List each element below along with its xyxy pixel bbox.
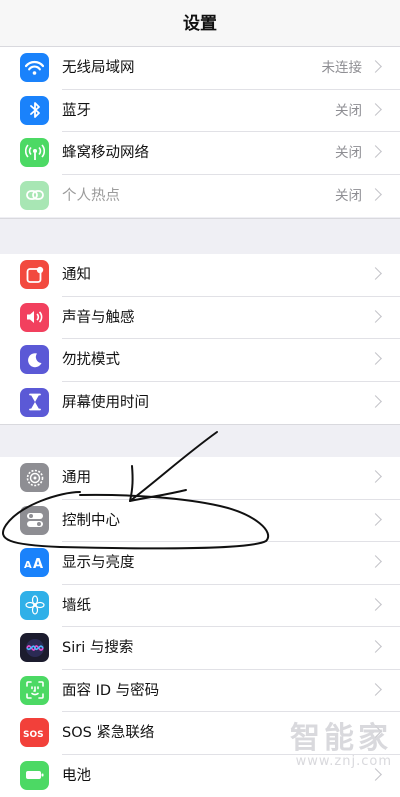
chevron-right-icon xyxy=(369,598,382,611)
settings-row-do-not-disturb[interactable]: 勿扰模式 xyxy=(0,339,400,382)
row-label: 声音与触感 xyxy=(62,297,135,339)
row-label: 墙纸 xyxy=(62,585,91,627)
settings-row-hotspot[interactable]: 个人热点 关闭 xyxy=(0,175,400,218)
chevron-right-icon xyxy=(369,310,382,323)
row-label: SOS 紧急联络 xyxy=(62,712,154,754)
gear-icon xyxy=(20,463,49,492)
row-value: 关闭 xyxy=(335,90,362,132)
battery-icon xyxy=(20,761,49,790)
row-label: 蜂窝移动网络 xyxy=(62,132,149,174)
nav-bar: 设置 xyxy=(0,0,400,47)
row-value: 关闭 xyxy=(335,175,362,217)
settings-row-screen-time[interactable]: 屏幕使用时间 xyxy=(0,382,400,425)
chevron-right-icon xyxy=(369,145,382,158)
control-center-icon xyxy=(20,506,49,535)
row-label: 面容 ID 与密码 xyxy=(62,670,159,712)
wifi-icon xyxy=(20,53,49,82)
settings-row-control-center[interactable]: 控制中心 xyxy=(0,500,400,543)
svg-text:A: A xyxy=(24,560,32,570)
chevron-right-icon xyxy=(369,470,382,483)
row-value: 关闭 xyxy=(335,132,362,174)
display-brightness-icon: AA xyxy=(20,548,49,577)
siri-icon xyxy=(20,633,49,662)
settings-row-general[interactable]: 通用 xyxy=(0,457,400,500)
face-id-icon xyxy=(20,676,49,705)
row-label: 显示与亮度 xyxy=(62,542,135,584)
settings-row-wallpaper[interactable]: 墙纸 xyxy=(0,585,400,628)
row-label: 电池 xyxy=(62,755,91,797)
row-label: 蓝牙 xyxy=(62,90,91,132)
row-value: 未连接 xyxy=(322,47,363,89)
row-label: 控制中心 xyxy=(62,500,120,542)
section-gap xyxy=(0,424,400,458)
settings-row-cellular[interactable]: 蜂窝移动网络 关闭 xyxy=(0,132,400,175)
row-label: 勿扰模式 xyxy=(62,339,120,381)
settings-row-display-brightness[interactable]: AA 显示与亮度 xyxy=(0,542,400,585)
chevron-right-icon xyxy=(369,352,382,365)
chevron-right-icon xyxy=(369,725,382,738)
settings-row-siri-search[interactable]: Siri 与搜索 xyxy=(0,627,400,670)
settings-row-notifications[interactable]: 通知 xyxy=(0,254,400,297)
chevron-right-icon xyxy=(369,640,382,653)
page-title: 设置 xyxy=(183,14,217,34)
settings-row-sos[interactable]: SOS SOS 紧急联络 xyxy=(0,712,400,755)
section-gap xyxy=(0,218,400,255)
chevron-right-icon xyxy=(369,267,382,280)
row-label: 无线局域网 xyxy=(62,47,135,89)
row-label: 通用 xyxy=(62,457,91,499)
chevron-right-icon xyxy=(369,683,382,696)
screen-time-icon xyxy=(20,388,49,417)
cellular-icon xyxy=(20,138,49,167)
chevron-right-icon xyxy=(369,768,382,781)
notifications-icon xyxy=(20,260,49,289)
chevron-right-icon xyxy=(369,188,382,201)
sos-icon: SOS xyxy=(20,718,49,747)
settings-row-sounds[interactable]: 声音与触感 xyxy=(0,297,400,340)
connectivity-group: 无线局域网 未连接 蓝牙 关闭 蜂窝移动网络 关闭 个人热点 关闭 xyxy=(0,47,400,217)
chevron-right-icon xyxy=(369,60,382,73)
chevron-right-icon xyxy=(369,513,382,526)
row-label: 通知 xyxy=(62,254,91,296)
hotspot-icon xyxy=(20,181,49,210)
row-label: Siri 与搜索 xyxy=(62,627,133,669)
row-label: 个人热点 xyxy=(62,175,120,217)
settings-row-wifi[interactable]: 无线局域网 未连接 xyxy=(0,47,400,90)
notifications-group: 通知 声音与触感 勿扰模式 屏幕使用时间 xyxy=(0,254,400,424)
settings-row-bluetooth[interactable]: 蓝牙 关闭 xyxy=(0,90,400,133)
chevron-right-icon xyxy=(369,103,382,116)
svg-text:SOS: SOS xyxy=(23,730,44,739)
chevron-right-icon xyxy=(369,395,382,408)
row-label: 屏幕使用时间 xyxy=(62,382,149,424)
sounds-icon xyxy=(20,303,49,332)
settings-row-face-id[interactable]: 面容 ID 与密码 xyxy=(0,670,400,713)
svg-text:A: A xyxy=(33,557,43,570)
do-not-disturb-icon xyxy=(20,345,49,374)
settings-row-battery[interactable]: 电池 xyxy=(0,755,400,797)
general-group: 通用 控制中心 AA 显示与亮度 墙纸 Siri 与搜索 xyxy=(0,457,400,797)
bluetooth-icon xyxy=(20,96,49,125)
chevron-right-icon xyxy=(369,555,382,568)
wallpaper-icon xyxy=(20,591,49,620)
